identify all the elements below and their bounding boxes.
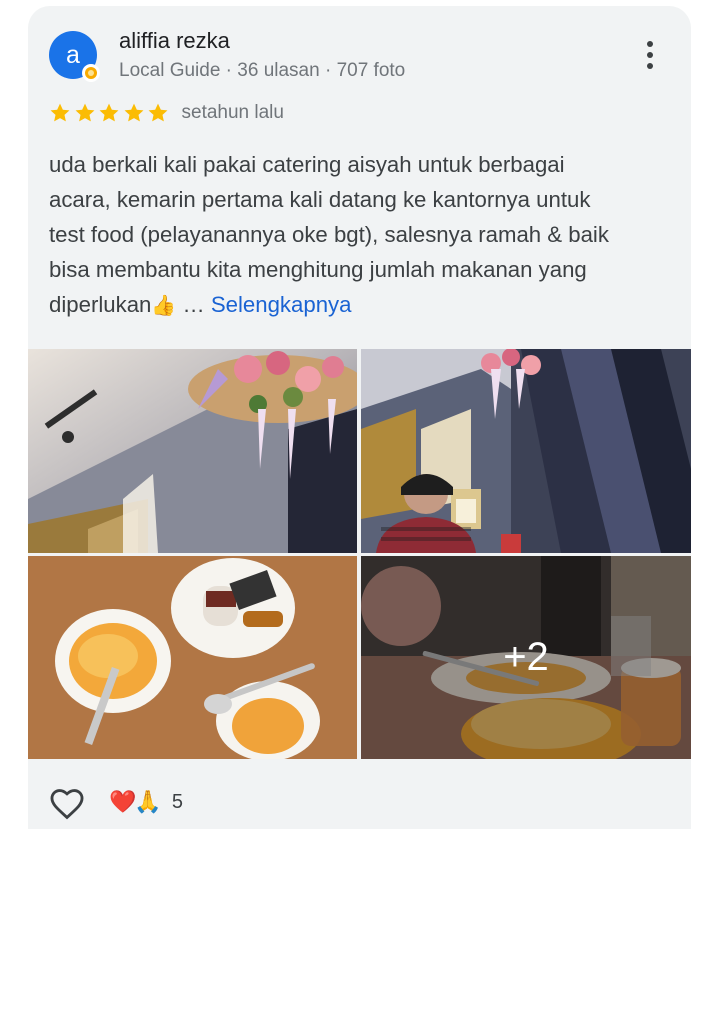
more-photos-count: +2 xyxy=(503,635,549,679)
review-text-last-line: diperlukan👍 … Selengkapnya xyxy=(49,287,679,324)
star-icon xyxy=(124,103,143,122)
local-guide-badge-icon xyxy=(82,64,100,82)
review-photo-3[interactable] xyxy=(28,556,357,759)
more-options-button[interactable] xyxy=(631,36,669,74)
more-vert-icon xyxy=(647,41,653,47)
star-icon xyxy=(99,103,119,122)
author-name[interactable]: aliffia rezka xyxy=(119,28,230,54)
heart-emoji-icon: ❤️ xyxy=(109,789,137,814)
star-icon xyxy=(148,103,168,122)
venue-decor-photo xyxy=(28,349,357,553)
more-photos-overlay[interactable]: +2 xyxy=(361,556,691,759)
review-text-line: test food (pelayanannya oke bgt), salesn… xyxy=(49,222,609,247)
pray-emoji-icon: 🙏 xyxy=(134,789,162,814)
food-plates-photo xyxy=(28,556,357,759)
reaction-count: 5 xyxy=(171,790,183,813)
avatar[interactable]: a xyxy=(49,31,100,82)
review-date: setahun lalu xyxy=(181,102,284,123)
venue-guest-photo xyxy=(361,349,691,553)
ellipsis: … xyxy=(176,292,211,317)
rating-row: setahun lalu xyxy=(49,101,284,125)
review-text-line: bisa membantu kita menghitung jumlah mak… xyxy=(49,257,587,282)
more-vert-icon-dot xyxy=(647,52,653,58)
star-icon xyxy=(75,103,94,122)
review-card: a aliffia rezka Local Guide · 36 ulasan … xyxy=(28,6,691,829)
more-vert-icon-dot xyxy=(647,63,653,69)
review-photo-1[interactable] xyxy=(28,349,357,553)
reactions-summary[interactable]: ❤️ 🙏 5 xyxy=(109,789,183,815)
thumbs-up-emoji: 👍 xyxy=(151,295,177,317)
review-header: a aliffia rezka Local Guide · 36 ulasan … xyxy=(28,6,691,96)
read-more-link[interactable]: Selengkapnya xyxy=(211,292,352,317)
star-rating xyxy=(49,102,172,124)
star-icon xyxy=(50,103,70,122)
review-text-line: acara, kemarin pertama kali datang ke ka… xyxy=(49,187,591,212)
review-footer: ❤️ 🙏 5 xyxy=(28,781,691,829)
review-photo-2[interactable] xyxy=(361,349,691,553)
review-text: uda berkali kali pakai catering aisyah u… xyxy=(49,147,679,324)
review-text-line: diperlukan xyxy=(49,292,152,317)
review-text-line: uda berkali kali pakai catering aisyah u… xyxy=(49,152,565,177)
heart-outline-icon[interactable] xyxy=(48,785,86,823)
author-meta: Local Guide · 36 ulasan · 707 foto xyxy=(119,60,406,81)
avatar-letter: a xyxy=(66,40,80,69)
review-photo-4[interactable]: +2 xyxy=(361,556,691,759)
